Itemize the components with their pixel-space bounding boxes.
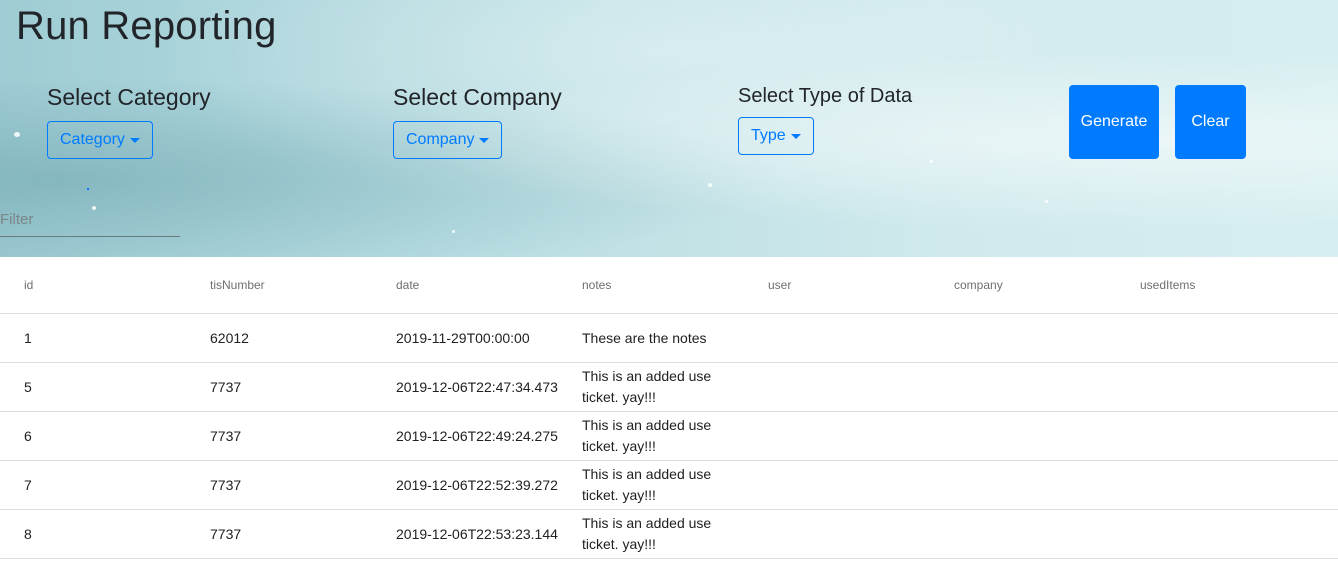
cell-tisnumber: 62012: [186, 313, 372, 363]
cell-id: 1: [0, 313, 186, 363]
cell-company: [930, 460, 1116, 510]
background-speck: [14, 132, 20, 137]
caret-down-icon: [479, 137, 490, 143]
type-heading: Select Type of Data: [738, 85, 913, 107]
type-dropdown-button[interactable]: Type: [738, 117, 814, 155]
caret-down-icon: [790, 133, 801, 139]
cell-tisnumber: 7737: [186, 362, 372, 412]
table-row[interactable]: 7 7737 2019-12-06T22:52:39.272 This is a…: [0, 460, 1338, 510]
cell-date: 2019-12-06T22:52:39.272: [372, 460, 558, 510]
category-filter: Select Category: [47, 84, 211, 111]
column-header-useditems[interactable]: usedItems: [1116, 257, 1338, 314]
company-filter: Select Company: [393, 84, 562, 111]
cell-useditems: [1116, 313, 1338, 363]
table-header-row: id tisNumber date notes user company use…: [0, 257, 1338, 314]
cell-notes: This is an added use ticket. yay!!!: [558, 509, 744, 559]
cell-useditems: [1116, 362, 1338, 412]
cell-company: [930, 509, 1116, 559]
cell-user: [744, 411, 930, 461]
company-heading: Select Company: [393, 84, 562, 110]
page-title: Run Reporting: [16, 4, 277, 48]
cell-id: 5: [0, 362, 186, 412]
column-header-tisnumber[interactable]: tisNumber: [186, 257, 372, 314]
background-speck: [930, 160, 933, 163]
cell-date: 2019-12-06T22:49:24.275: [372, 411, 558, 461]
filter-input[interactable]: [0, 203, 180, 237]
report-table-container: id tisNumber date notes user company use…: [0, 257, 1338, 559]
category-dropdown-button[interactable]: Category: [47, 121, 153, 159]
cell-user: [744, 460, 930, 510]
background-speck: [452, 230, 455, 233]
cell-notes: This is an added use ticket. yay!!!: [558, 362, 744, 412]
column-header-date[interactable]: date: [372, 257, 558, 314]
cell-company: [930, 362, 1116, 412]
clear-button[interactable]: Clear: [1175, 85, 1246, 159]
cell-company: [930, 313, 1116, 363]
category-heading: Select Category: [47, 84, 211, 110]
cell-useditems: [1116, 460, 1338, 510]
background-speck: [708, 183, 712, 187]
cell-user: [744, 362, 930, 412]
table-row[interactable]: 5 7737 2019-12-06T22:47:34.473 This is a…: [0, 362, 1338, 412]
cell-notes: This is an added use ticket. yay!!!: [558, 411, 744, 461]
focus-dot: [87, 188, 89, 190]
cell-id: 6: [0, 411, 186, 461]
cell-user: [744, 313, 930, 363]
caret-down-icon: [129, 137, 140, 143]
cell-useditems: [1116, 411, 1338, 461]
category-dropdown-label: Category: [60, 131, 125, 148]
company-dropdown-button[interactable]: Company: [393, 121, 503, 159]
cell-date: 2019-11-29T00:00:00: [372, 313, 558, 363]
cell-user: [744, 509, 930, 559]
cell-company: [930, 411, 1116, 461]
report-table: id tisNumber date notes user company use…: [0, 257, 1338, 559]
cell-tisnumber: 7737: [186, 509, 372, 559]
table-row[interactable]: 6 7737 2019-12-06T22:49:24.275 This is a…: [0, 411, 1338, 461]
cell-id: 8: [0, 509, 186, 559]
cell-date: 2019-12-06T22:53:23.144: [372, 509, 558, 559]
table-row[interactable]: 1 62012 2019-11-29T00:00:00 These are th…: [0, 313, 1338, 363]
cell-notes: These are the notes: [558, 313, 744, 363]
cell-notes: This is an added use ticket. yay!!!: [558, 460, 744, 510]
cell-tisnumber: 7737: [186, 460, 372, 510]
background-speck: [1045, 200, 1048, 203]
type-filter: Select Type of Data: [738, 85, 912, 108]
column-header-notes[interactable]: notes: [558, 257, 744, 314]
cell-tisnumber: 7737: [186, 411, 372, 461]
company-dropdown-label: Company: [406, 131, 475, 148]
cell-date: 2019-12-06T22:47:34.473: [372, 362, 558, 412]
column-header-user[interactable]: user: [744, 257, 930, 314]
cell-useditems: [1116, 509, 1338, 559]
column-header-id[interactable]: id: [0, 257, 186, 314]
generate-button[interactable]: Generate: [1069, 85, 1159, 159]
header-banner: Run Reporting Select Category Category S…: [0, 0, 1338, 257]
type-dropdown-label: Type: [751, 127, 786, 144]
cell-id: 7: [0, 460, 186, 510]
table-row[interactable]: 8 7737 2019-12-06T22:53:23.144 This is a…: [0, 509, 1338, 559]
column-header-company[interactable]: company: [930, 257, 1116, 314]
